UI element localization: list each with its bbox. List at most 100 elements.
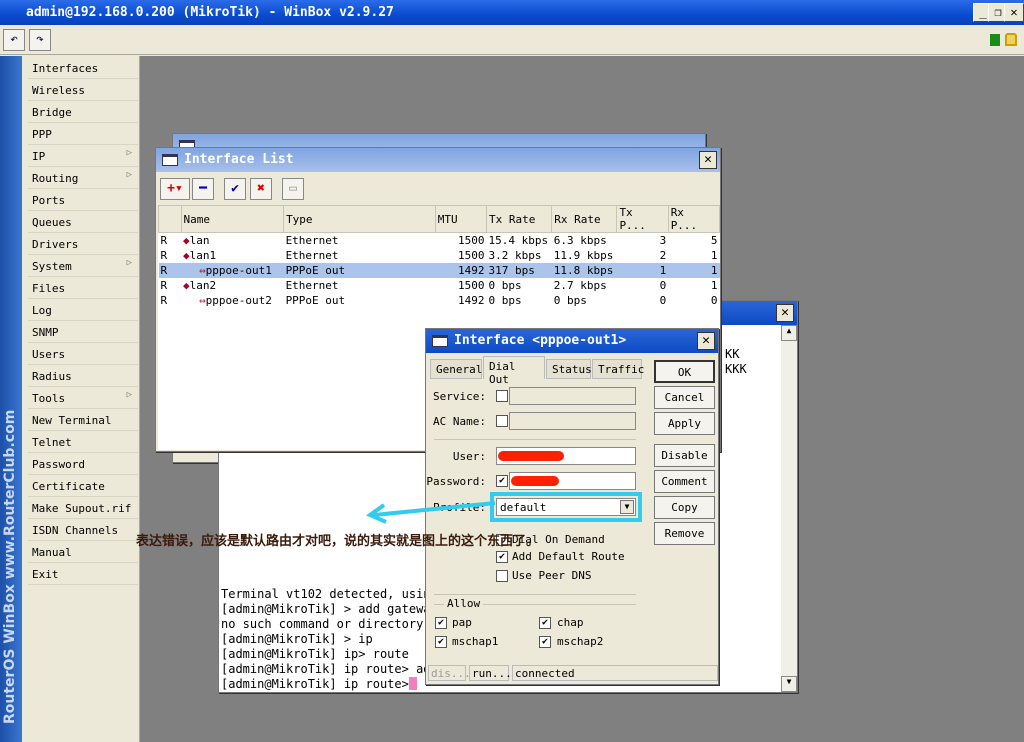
sidebar-item-new-terminal[interactable]: New Terminal bbox=[28, 409, 138, 431]
sidebar-item-label: Telnet bbox=[32, 436, 72, 449]
chevron-right-icon: ▷ bbox=[126, 170, 132, 180]
chap-checkbox[interactable]: ✔ bbox=[539, 617, 551, 629]
interface-list-title-bar[interactable]: Interface List ✕ bbox=[156, 148, 720, 172]
sidebar-item-manual[interactable]: Manual bbox=[28, 541, 138, 563]
sidebar-item-label: Tools bbox=[32, 392, 66, 405]
terminal-scrollbar[interactable]: ▲ ▼ bbox=[781, 325, 797, 692]
rx-packets-cell: 1 bbox=[710, 248, 718, 262]
pap-checkbox[interactable]: ✔ bbox=[435, 617, 447, 629]
copy-button[interactable]: Copy bbox=[654, 496, 715, 519]
sidebar-item-users[interactable]: Users bbox=[28, 343, 138, 365]
terminal-right-text: KK KKK bbox=[725, 347, 747, 376]
sidebar-item-wireless[interactable]: Wireless bbox=[28, 79, 138, 101]
tab-dial-out[interactable]: Dial Out bbox=[483, 356, 545, 386]
remove-button[interactable]: Remove bbox=[654, 522, 715, 545]
dialog-close-button[interactable]: ✕ bbox=[697, 332, 715, 350]
column-header[interactable]: Rx Rate bbox=[551, 205, 618, 233]
sidebar-item-label: ISDN Channels bbox=[32, 524, 119, 537]
name-cell: ⇔pppoe-out1 bbox=[181, 262, 284, 278]
user-input[interactable] bbox=[496, 447, 636, 465]
mschap1-checkbox[interactable]: ✔ bbox=[435, 636, 447, 648]
rx-rate-cell: 2.7 kbps bbox=[553, 278, 607, 292]
sidebar-item-label: Password bbox=[32, 458, 85, 471]
sidebar-item-ip[interactable]: IP ▷ bbox=[28, 145, 138, 167]
sidebar-item-bridge[interactable]: Bridge bbox=[28, 101, 138, 123]
column-header[interactable]: Rx P... bbox=[667, 205, 721, 233]
tab-general[interactable]: General bbox=[430, 359, 482, 379]
service-input[interactable] bbox=[509, 387, 636, 405]
sidebar-item-drivers[interactable]: Drivers bbox=[28, 233, 138, 255]
sidebar-item-make-supout-rif[interactable]: Make Supout.rif bbox=[28, 497, 138, 519]
table-row[interactable]: R ⇔pppoe-out1 PPPoE out 1492 317 bps 11.8 kbp… bbox=[158, 262, 720, 278]
column-header[interactable]: Name bbox=[180, 205, 285, 233]
sidebar-item-telnet[interactable]: Telnet bbox=[28, 431, 138, 453]
sidebar-item-certificate[interactable]: Certificate bbox=[28, 475, 138, 497]
sidebar-item-ports[interactable]: Ports bbox=[28, 189, 138, 211]
sidebar-item-ppp[interactable]: PPP bbox=[28, 123, 138, 145]
add-default-route-checkbox[interactable]: ✔ bbox=[496, 551, 508, 563]
pap-label: pap bbox=[452, 616, 472, 629]
column-header[interactable]: Tx Rate bbox=[486, 205, 553, 233]
mschap2-checkbox[interactable]: ✔ bbox=[539, 636, 551, 648]
toolbar: ↶ ↷ bbox=[0, 25, 1024, 55]
cancel-button[interactable]: Cancel bbox=[654, 386, 715, 409]
comment-button[interactable]: Comment bbox=[654, 470, 715, 493]
sidebar-item-isdn-channels[interactable]: ISDN Channels bbox=[28, 519, 138, 541]
sidebar-item-exit[interactable]: Exit bbox=[28, 563, 138, 585]
use-peer-dns-checkbox[interactable] bbox=[496, 570, 508, 582]
sidebar-item-password[interactable]: Password bbox=[28, 453, 138, 475]
terminal-close-button[interactable]: ✕ bbox=[776, 304, 794, 322]
tab-status[interactable]: Status bbox=[546, 359, 592, 379]
interface-list-title: Interface List bbox=[184, 152, 294, 167]
sidebar-item-routing[interactable]: Routing ▷ bbox=[28, 167, 138, 189]
tx-rate-cell: 0 bps bbox=[488, 278, 522, 292]
chevron-right-icon: ▷ bbox=[126, 390, 132, 400]
terminal-line: [admin@MikroTik] > ip bbox=[221, 632, 373, 646]
service-checkbox[interactable] bbox=[496, 390, 508, 402]
annotation-text: 表达错误，应该是默认路由才对吧，说的其实就是图上的这个东西了。 bbox=[136, 534, 540, 549]
tx-rate-cell: 15.4 kbps bbox=[488, 233, 549, 247]
sidebar-item-queues[interactable]: Queues bbox=[28, 211, 138, 233]
sidebar-item-radius[interactable]: Radius bbox=[28, 365, 138, 387]
dialog-title-bar[interactable]: Interface <pppoe-out1> ✕ bbox=[426, 329, 718, 353]
ac-name-checkbox[interactable] bbox=[496, 415, 508, 427]
type-cell: PPPoE out bbox=[283, 262, 436, 278]
disable-button[interactable]: Disable bbox=[654, 444, 715, 467]
column-header[interactable] bbox=[158, 205, 182, 233]
sidebar-item-files[interactable]: Files bbox=[28, 277, 138, 299]
sidebar-item-snmp[interactable]: SNMP bbox=[28, 321, 138, 343]
table-row[interactable]: R ◆lan Ethernet 1500 15.4 kbps 6.3 kbps 3 5 bbox=[159, 233, 720, 248]
sidebar-item-label: Files bbox=[32, 282, 66, 295]
table-row[interactable]: R ⇔pppoe-out2 PPPoE out 1492 0 bps 0 bps 0 0 bbox=[159, 293, 720, 308]
column-header[interactable]: MTU bbox=[434, 205, 488, 233]
apply-button[interactable]: Apply bbox=[654, 412, 715, 435]
sidebar-item-system[interactable]: System ▷ bbox=[28, 255, 138, 277]
rx-packets-cell: 1 bbox=[668, 262, 720, 278]
undo-icon[interactable]: ↶ bbox=[3, 29, 25, 51]
sidebar-item-interfaces[interactable]: Interfaces bbox=[28, 57, 138, 79]
ok-button[interactable]: OK bbox=[654, 360, 715, 383]
close-button[interactable]: ✕ bbox=[1004, 3, 1024, 22]
tab-traffic[interactable]: Traffic bbox=[592, 359, 644, 379]
enable-button[interactable]: ✔ bbox=[224, 178, 246, 200]
column-header[interactable]: Tx P... bbox=[616, 205, 669, 233]
remove-button[interactable]: ━ bbox=[192, 178, 214, 200]
ac-name-input[interactable] bbox=[509, 412, 636, 430]
service-label: Service: bbox=[433, 390, 486, 403]
dialog-title: Interface <pppoe-out1> bbox=[454, 333, 627, 348]
table-row[interactable]: R ◆lan1 Ethernet 1500 3.2 kbps 11.9 kbps 2 1 bbox=[159, 248, 720, 263]
comment-button[interactable]: ▭ bbox=[282, 178, 304, 200]
sidebar-item-tools[interactable]: Tools ▷ bbox=[28, 387, 138, 409]
interface-list-close-button[interactable]: ✕ bbox=[699, 151, 717, 169]
sidebar-item-label: Interfaces bbox=[32, 62, 99, 75]
terminal-line: [admin@MikroTik] ip route> bbox=[221, 677, 417, 691]
password-checkbox[interactable]: ✔ bbox=[496, 475, 508, 487]
disable-button[interactable]: ✖ bbox=[250, 178, 272, 200]
redo-icon[interactable]: ↷ bbox=[29, 29, 51, 51]
password-input[interactable] bbox=[509, 472, 636, 490]
column-header[interactable]: Type bbox=[283, 205, 436, 233]
table-row[interactable]: R ◆lan2 Ethernet 1500 0 bps 2.7 kbps 0 1 bbox=[159, 278, 720, 293]
sidebar-menu: Interfaces Wireless Bridge PPP IP ▷ Routing ▷ Po… bbox=[22, 56, 140, 742]
sidebar-item-log[interactable]: Log bbox=[28, 299, 138, 321]
add-button[interactable]: +▾ bbox=[160, 178, 190, 200]
